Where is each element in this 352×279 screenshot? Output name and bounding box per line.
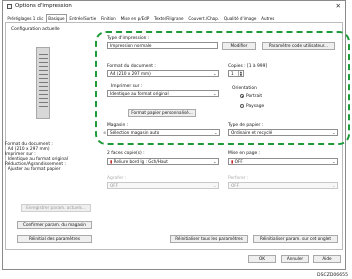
- reset-all-settings-button[interactable]: Réinitialiser tous les paramètres: [170, 235, 248, 243]
- chevron-down-icon: ⌄: [212, 159, 217, 164]
- register-current-settings-button[interactable]: Enregistrer param. actuels...: [21, 204, 91, 212]
- window-title: Options d'impression: [15, 3, 72, 9]
- reset-tab-settings-button[interactable]: Réinitialiser param. sur cet onglet: [253, 235, 338, 243]
- duplex-label: 2 faces copie(s) :: [107, 151, 145, 156]
- highlight-frame: [95, 31, 350, 145]
- confirm-tray-settings-button[interactable]: Confirmer param. du magasin: [17, 221, 92, 229]
- ok-button[interactable]: OK: [248, 255, 276, 263]
- staple-label: Agrafer :: [107, 176, 127, 181]
- duplex-select[interactable]: ▮ Reliure bord lg : Gch/Haut ⌄: [107, 158, 219, 165]
- duplex-value: Reliure bord lg : Gch/Haut: [113, 159, 168, 164]
- current-config-label: Configuration actuelle: [11, 27, 60, 32]
- page-layout-select[interactable]: ▮ OFF ⌄: [228, 158, 338, 165]
- printer-icon: [7, 4, 12, 9]
- page-layout-label: Mise en page :: [228, 151, 261, 156]
- chevron-down-icon: ⌄: [331, 183, 336, 188]
- close-button[interactable]: ✕: [336, 2, 341, 10]
- staple-value: OFF: [110, 183, 119, 188]
- title-bar: Options d'impression ✕: [3, 1, 345, 12]
- layout-icon: ▮: [231, 159, 234, 164]
- cancel-button[interactable]: Annuler: [281, 255, 309, 263]
- staple-select[interactable]: OFF ⌄: [107, 182, 219, 189]
- duplex-icon: ▮: [110, 159, 113, 164]
- image-code-label: DSCZD06655: [317, 273, 348, 278]
- current-settings-summary: Format du document : A4 (210 x 297 mm) I…: [5, 142, 68, 173]
- reset-settings-button[interactable]: Réinitial des paramètres: [17, 235, 92, 243]
- help-button[interactable]: Aide: [313, 255, 341, 263]
- page-preview: [36, 47, 50, 119]
- punch-select[interactable]: OFF ⌄: [228, 182, 338, 189]
- punch-value: OFF: [231, 183, 240, 188]
- chevron-down-icon: ⌄: [331, 159, 336, 164]
- punch-label: Perforer :: [228, 176, 249, 181]
- chevron-down-icon: ⌄: [212, 183, 217, 188]
- page-layout-value: OFF: [234, 159, 243, 164]
